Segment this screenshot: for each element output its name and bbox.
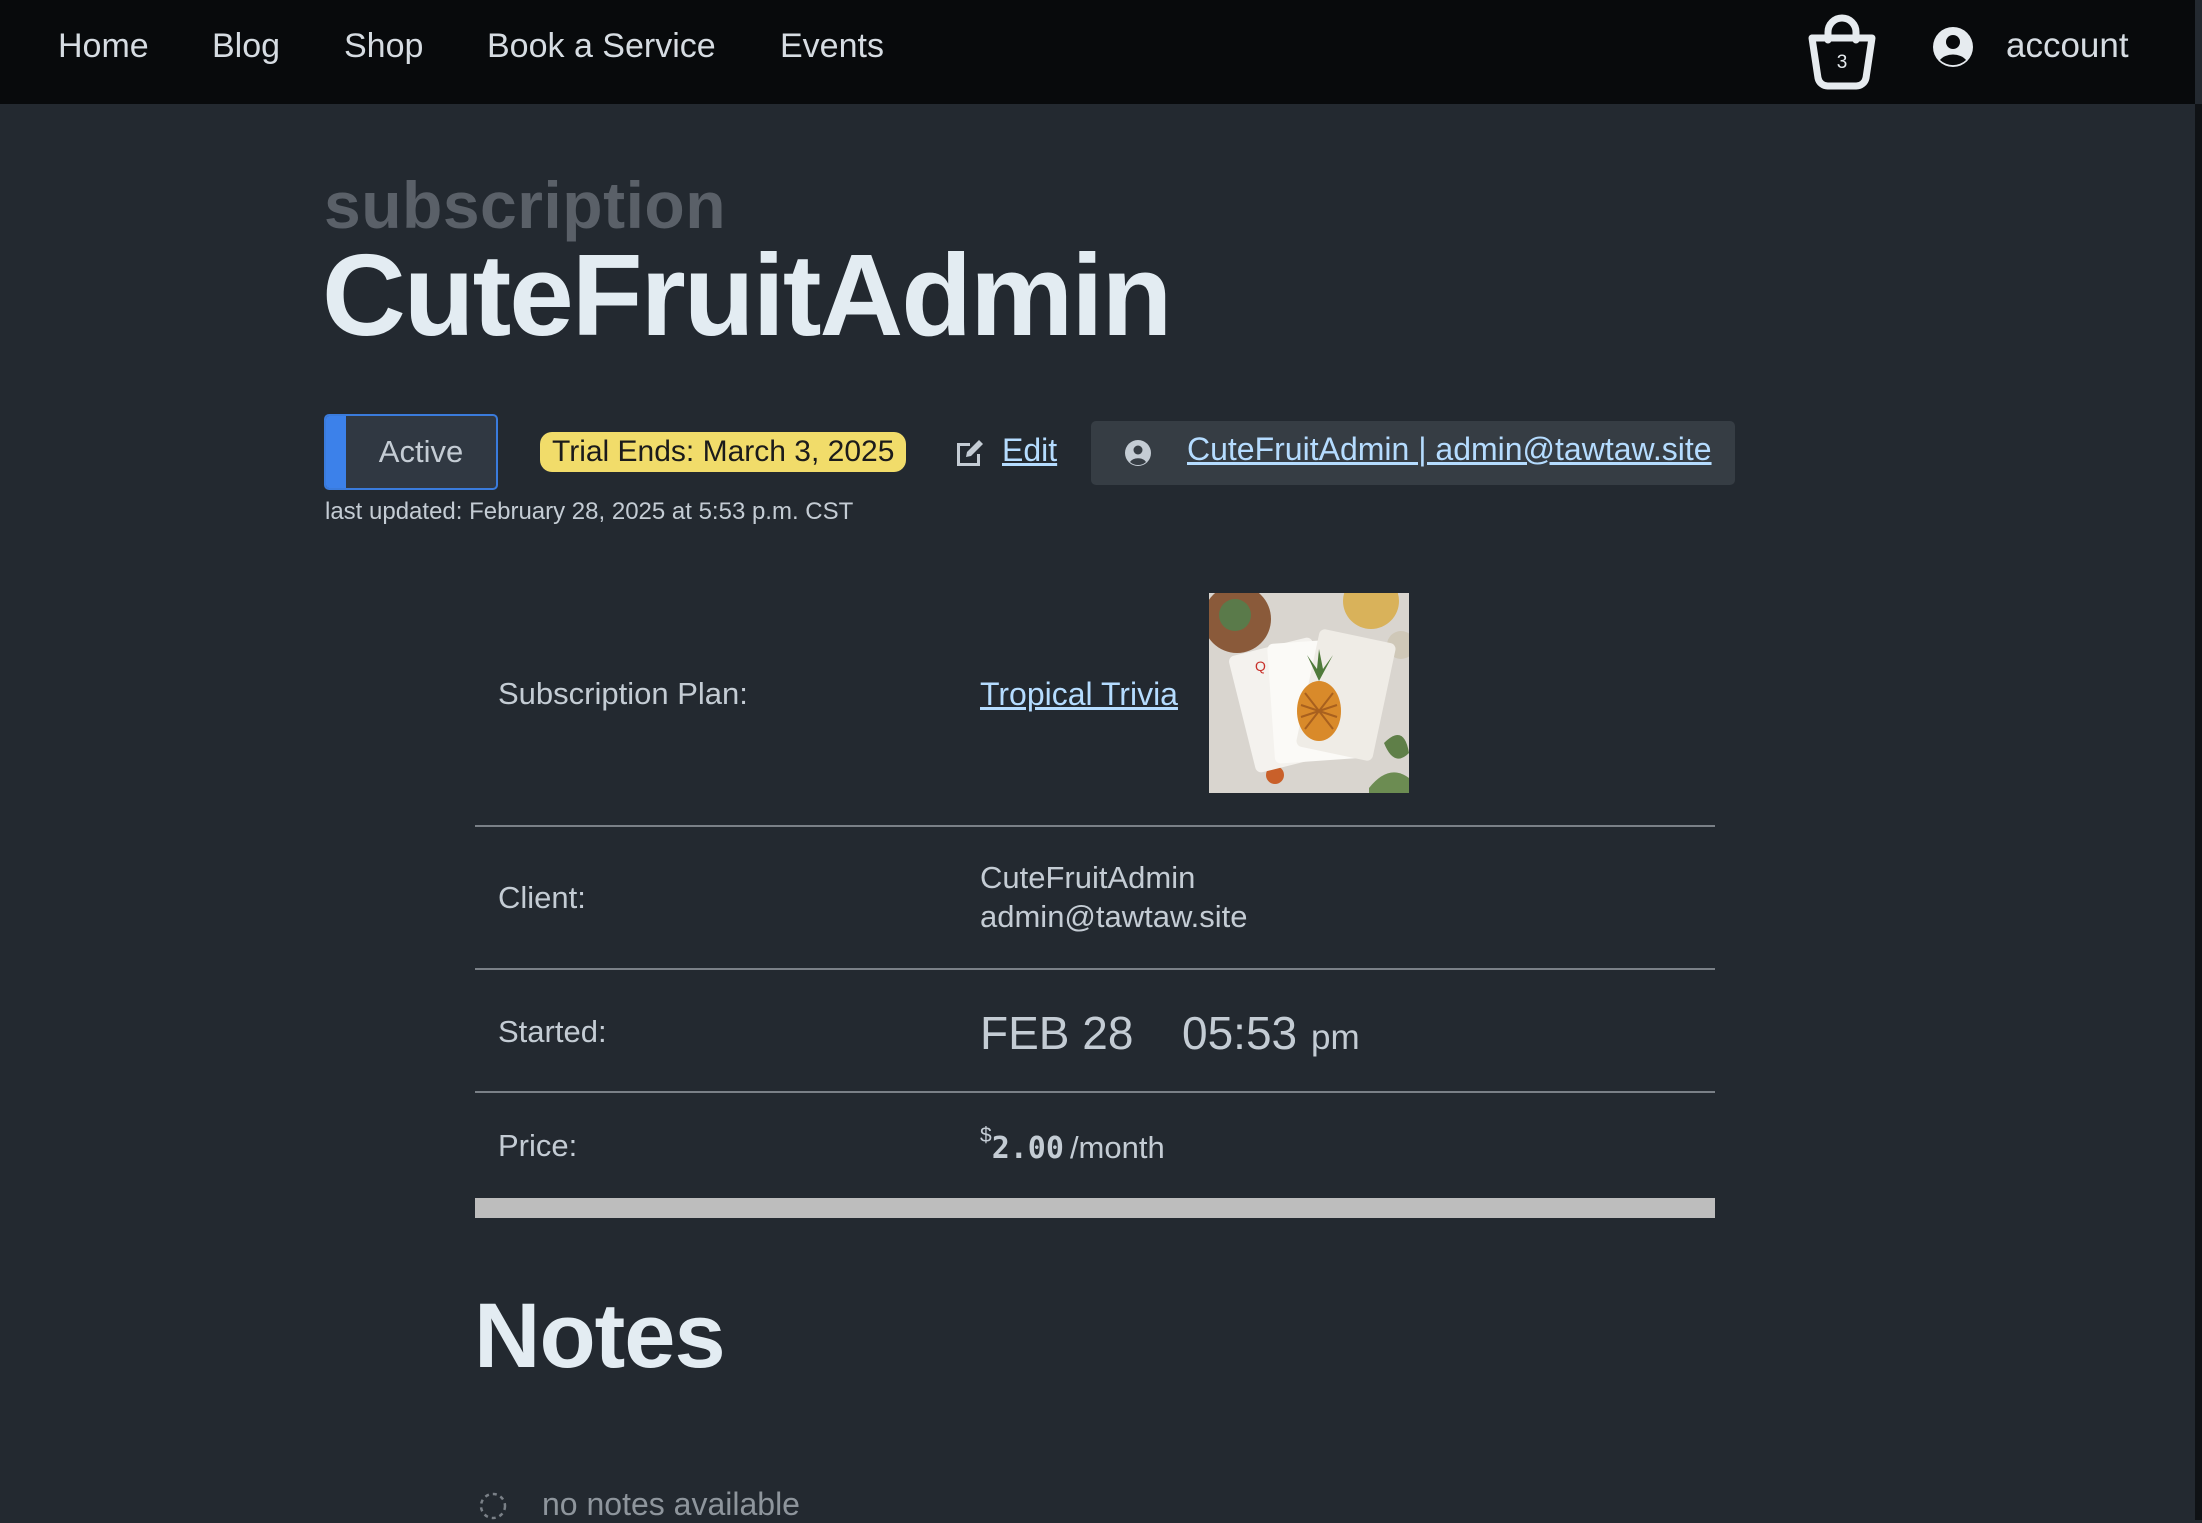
edit-icon: [957, 440, 983, 466]
started-date: FEB 28: [980, 1007, 1134, 1059]
status-accent-bar: [326, 416, 346, 488]
status-badge: Active: [324, 414, 498, 490]
plan-label: Subscription Plan:: [498, 676, 748, 711]
user-circle-icon: [1125, 440, 1151, 466]
nav-book-a-service[interactable]: Book a Service: [487, 22, 716, 70]
divider: [475, 825, 1715, 827]
price-value: $2.00/month: [980, 1124, 1165, 1166]
price-currency: $: [980, 1124, 992, 1147]
price-amount: 2.00: [991, 1131, 1064, 1166]
shopping-bag-icon: [1808, 14, 1876, 90]
status-label: Active: [378, 434, 464, 469]
nav-blog[interactable]: Blog: [212, 22, 280, 70]
plan-thumbnail[interactable]: Q: [1209, 593, 1409, 793]
price-period: /month: [1069, 1130, 1165, 1165]
edit-label: Edit: [1002, 432, 1058, 468]
spinner-icon: [479, 1492, 507, 1520]
account-icon: [1933, 27, 1973, 67]
notes-title: Notes: [474, 1285, 726, 1387]
notes-empty-message: no notes available: [542, 1486, 800, 1522]
started-time: 05:53: [1182, 1007, 1298, 1059]
svg-text:Q: Q: [1255, 658, 1266, 674]
cart-button[interactable]: 3: [1806, 8, 1878, 90]
client-email: admin@tawtaw.site: [980, 899, 1248, 934]
user-link[interactable]: CuteFruitAdmin | admin@tawtaw.site: [1187, 431, 1712, 468]
pineapple-cards-image: Q: [1209, 593, 1409, 793]
nav-events[interactable]: Events: [780, 22, 884, 70]
price-label: Price:: [498, 1128, 578, 1163]
nav-shop[interactable]: Shop: [344, 22, 423, 70]
page-title: CuteFruitAdmin: [322, 230, 1172, 360]
started-ampm: pm: [1311, 1018, 1360, 1057]
section-separator: [475, 1198, 1715, 1218]
nav-home[interactable]: Home: [58, 22, 149, 70]
started-label: Started:: [498, 1014, 607, 1049]
cart-count: 3: [1836, 52, 1848, 73]
last-updated: last updated: February 28, 2025 at 5:53 …: [325, 498, 854, 525]
client-name: CuteFruitAdmin: [980, 860, 1196, 895]
divider: [475, 1091, 1715, 1093]
account-label: account: [2006, 26, 2129, 65]
divider: [475, 968, 1715, 970]
trial-ends-badge: Trial Ends: March 3, 2025: [540, 432, 907, 472]
plan-link[interactable]: Tropical Trivia: [980, 676, 1178, 713]
user-chip[interactable]: CuteFruitAdmin | admin@tawtaw.site: [1091, 421, 1735, 485]
client-label: Client:: [498, 880, 586, 915]
top-nav: Home Blog Shop Book a Service Events 3 a…: [0, 0, 2195, 104]
page-scrollbar[interactable]: [2195, 104, 2202, 1520]
